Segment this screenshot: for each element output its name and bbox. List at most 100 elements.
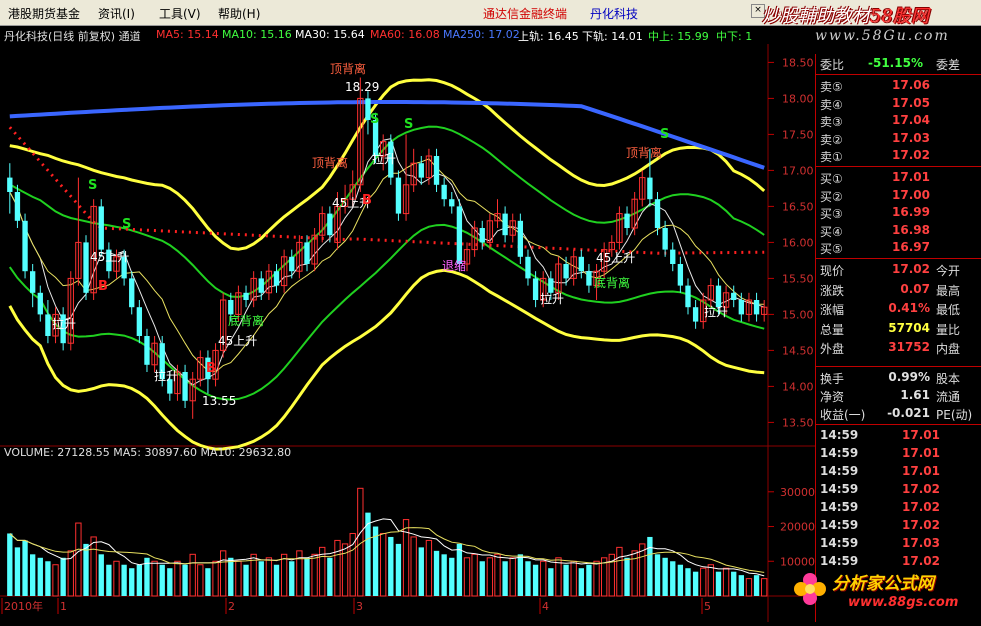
candle-body (586, 271, 592, 286)
volume-bar (380, 532, 387, 597)
logo: 分析家公式网 www.88gs.com (788, 565, 981, 622)
ma250-readout: MA250: 17.02 (443, 28, 520, 41)
volume-bar (685, 568, 691, 596)
divider (816, 166, 981, 167)
ma30-readout: MA30: 15.64 (295, 28, 365, 41)
tick-time: 14:59 (820, 446, 859, 460)
buy-price: 17.01 (892, 170, 930, 184)
stock-name-title: 丹化科技 (590, 7, 639, 21)
menu-item-tools[interactable]: 工具(V) (159, 5, 201, 22)
candle-body (98, 206, 104, 250)
volume-bar (555, 557, 562, 597)
candle-body (30, 271, 36, 293)
candle-body (228, 300, 234, 315)
volume-bar (52, 564, 59, 597)
volume-bar (22, 540, 28, 596)
volume-bar (532, 564, 539, 596)
divider (816, 74, 981, 75)
buy-price: 16.99 (892, 205, 930, 219)
candle-body (753, 300, 760, 315)
stat-label: 外盘 (820, 342, 845, 356)
chart-annotation: 18.29 (345, 80, 379, 94)
buy-price: 16.97 (892, 240, 930, 254)
logo-url: www.88gs.com (848, 595, 959, 610)
sell-row: 卖① 17.02 (816, 148, 981, 165)
stat-label-right: 股本 (936, 372, 961, 386)
volume-bar (654, 554, 661, 596)
weicha-label: 委差 (936, 58, 961, 72)
divider (816, 258, 981, 259)
volume-bar (509, 557, 516, 597)
volume-bar (349, 532, 356, 597)
x-axis-label: 2010年 (4, 599, 43, 613)
candle-body (548, 278, 554, 293)
volume-tick-label: 30000 (780, 486, 815, 499)
tick-price: 17.01 (902, 428, 940, 442)
stat-label: 现价 (820, 264, 845, 278)
chart-annotation: 底背离 (594, 275, 630, 290)
volume-bar (433, 550, 440, 596)
volume-bar (327, 557, 333, 596)
candle-body (441, 184, 447, 200)
watermark-text: 炒股輔助教材58股网 (762, 2, 929, 28)
candle-body (563, 264, 569, 279)
chart-annotation: S (122, 217, 131, 232)
stat-label: 换手 (820, 372, 845, 386)
menu-item-info[interactable]: 资讯(I) (98, 5, 135, 22)
candle-body (692, 307, 699, 322)
stat-label-right: 量比 (936, 322, 961, 337)
volume-bar (280, 553, 288, 597)
candle-body (654, 199, 661, 228)
mid-lower-readout: 中下: 1 (716, 30, 753, 43)
stat-row: 收益(一) -0.021 PE(动) (816, 406, 981, 423)
ma10-readout: MA10: 15.16 (222, 28, 292, 41)
chart-area[interactable]: 18.50 18.00 17.50 17.00 16.50 16.00 15.50 15.00… (0, 44, 815, 622)
chart-annotation: S (88, 178, 97, 193)
volume-bar (189, 553, 196, 597)
tick-row: 14:59 17.01 (816, 464, 981, 482)
candle-body (258, 278, 264, 293)
watermark-part-b: 58股网 (870, 6, 929, 27)
upper-band-readout: 上轨: 16.45 (518, 30, 579, 43)
candle-body (14, 192, 21, 221)
candle-body (525, 256, 531, 279)
weibi-value: -51.15% (868, 56, 923, 70)
volume-bar (7, 533, 13, 596)
volume-bar (67, 550, 74, 597)
volume-bar (624, 557, 630, 596)
volume-bar (517, 554, 524, 596)
volume-bar (525, 561, 531, 596)
volume-bar (494, 553, 501, 597)
volume-bar (616, 546, 623, 597)
volume-bar (388, 536, 394, 596)
volume-bar (151, 560, 158, 597)
price-tick-label: 18.50 (782, 56, 814, 69)
chart-annotation: S (370, 112, 379, 127)
tick-price: 17.02 (902, 500, 940, 514)
price-tick-label: 16.00 (782, 236, 814, 249)
sell-price: 17.06 (892, 78, 930, 92)
menu-item-help[interactable]: 帮助(H) (218, 5, 260, 22)
stat-label-right: 流通 (936, 390, 961, 404)
menu-item-hk-futures[interactable]: 港股期货基金 (8, 5, 80, 22)
ma60-readout: MA60: 16.08 (370, 28, 440, 41)
divider (816, 366, 981, 367)
chart-annotation: 顶背离 (312, 155, 348, 170)
volume-bar (738, 575, 744, 596)
volume-bar (289, 561, 295, 596)
divider (816, 424, 981, 425)
volume-bar (98, 554, 104, 596)
kline-chart[interactable]: 18.50 18.00 17.50 17.00 16.50 16.00 15.50 15.00… (0, 44, 815, 622)
candle-body (243, 292, 249, 300)
price-tick-label: 17.00 (782, 164, 814, 177)
buy-row: 买④ 16.98 (816, 223, 981, 240)
quote-panel: 委比 -51.15% 委差 卖⑤ 17.06 卖④ 17.05 卖③ 17.04 卖② 17.… (815, 54, 981, 622)
chart-annotation: 拉升 (704, 304, 728, 319)
price-tick-label: 16.50 (782, 200, 814, 213)
candle-body (685, 285, 691, 308)
tick-time: 14:59 (820, 518, 859, 532)
volume-bar (106, 564, 112, 596)
candle-body (677, 264, 684, 286)
volume-tick-label: 20000 (780, 521, 815, 534)
tick-row: 14:59 17.02 (816, 500, 981, 518)
